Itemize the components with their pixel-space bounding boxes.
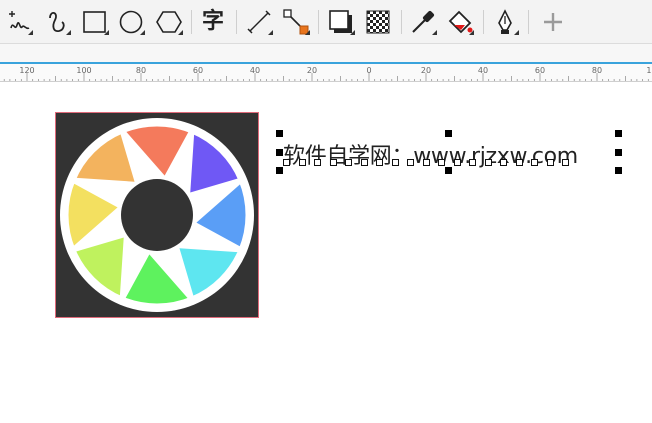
character-node[interactable] — [469, 159, 477, 166]
plus-icon — [544, 13, 562, 31]
freehand-tool[interactable] — [4, 6, 34, 38]
character-node[interactable] — [360, 159, 368, 166]
ruler-label: 60 — [192, 66, 204, 75]
character-node[interactable] — [407, 159, 415, 166]
ruler-label: 80 — [135, 66, 147, 75]
ruler-label: 20 — [420, 66, 432, 75]
selection-handle-top-right[interactable] — [615, 130, 622, 137]
character-node[interactable] — [515, 159, 523, 166]
character-node[interactable] — [314, 159, 322, 166]
ruler-label: 20 — [306, 66, 318, 75]
add-tool[interactable] — [538, 6, 568, 38]
flyout-indicator — [432, 30, 437, 35]
transparency-tool[interactable] — [363, 6, 393, 38]
bezier-tool[interactable] — [42, 6, 72, 38]
flyout-indicator — [140, 30, 145, 35]
toolbar-separator — [191, 10, 192, 34]
toolbar-separator — [528, 10, 529, 34]
selection-handle-top-left[interactable] — [276, 130, 283, 137]
text-tool-icon: 字 — [201, 9, 224, 34]
logo-image[interactable] — [55, 112, 259, 318]
character-node[interactable] — [329, 159, 337, 166]
flyout-indicator — [104, 30, 109, 35]
toolbox: 字 — [0, 0, 652, 44]
aperture-logo-icon — [60, 118, 254, 312]
flyout-indicator — [268, 30, 273, 35]
dimension-tool[interactable] — [244, 6, 274, 38]
character-node[interactable] — [562, 159, 570, 166]
flyout-indicator — [28, 30, 33, 35]
flyout-indicator — [305, 30, 310, 35]
character-node[interactable] — [298, 159, 306, 166]
selection-handle-bottom[interactable] — [445, 167, 452, 174]
ruler-label: 40 — [477, 66, 489, 75]
drop-shadow-tool[interactable] — [326, 6, 356, 38]
polygon-tool[interactable] — [154, 6, 184, 38]
character-node[interactable] — [438, 159, 446, 166]
drawing-canvas[interactable]: 软件自学网：www.rjzxw.com — [0, 82, 652, 423]
toolbar-separator — [401, 10, 402, 34]
toolbar-separator — [318, 10, 319, 34]
ellipse-tool[interactable] — [116, 6, 146, 38]
flyout-indicator — [469, 30, 474, 35]
eyedropper-tool[interactable] — [408, 6, 438, 38]
selection-handle-right[interactable] — [615, 149, 622, 156]
connector-tool[interactable] — [281, 6, 311, 38]
toolbar-separator — [483, 10, 484, 34]
ruler-label: 60 — [534, 66, 546, 75]
character-node[interactable] — [391, 159, 399, 166]
character-node[interactable] — [283, 159, 290, 166]
fill-tool[interactable] — [445, 6, 475, 38]
selection-handle-bottom-left[interactable] — [276, 167, 283, 174]
property-bar — [0, 44, 652, 62]
transparency-icon — [366, 10, 390, 34]
character-node[interactable] — [345, 159, 353, 166]
toolbar-separator — [236, 10, 237, 34]
ruler-label: 100 — [76, 66, 92, 75]
aperture-center — [121, 179, 193, 251]
flyout-indicator — [514, 30, 519, 35]
text-tool[interactable]: 字 — [198, 6, 228, 38]
ruler-labels: 120 100 80 60 40 20 0 20 40 60 80 100 — [0, 64, 652, 81]
ruler-label: 40 — [249, 66, 261, 75]
pen-tool[interactable] — [490, 6, 520, 38]
character-node[interactable] — [484, 159, 492, 166]
rectangle-tool[interactable] — [80, 6, 110, 38]
flyout-indicator — [350, 30, 355, 35]
horizontal-ruler[interactable]: 120 100 80 60 40 20 0 20 40 60 80 100 — [0, 62, 652, 82]
flyout-indicator — [178, 30, 183, 35]
character-node[interactable] — [453, 159, 461, 166]
character-node[interactable] — [376, 159, 384, 166]
character-node[interactable] — [546, 159, 554, 166]
character-node[interactable] — [500, 159, 508, 166]
ruler-label: 100 — [646, 66, 652, 75]
selection-handle-top[interactable] — [445, 130, 452, 137]
character-node[interactable] — [531, 159, 539, 166]
ruler-label: 0 — [366, 66, 372, 75]
flyout-indicator — [66, 30, 71, 35]
character-node[interactable] — [422, 159, 430, 166]
ruler-label: 120 — [19, 66, 35, 75]
selected-text-object[interactable]: 软件自学网：www.rjzxw.com — [276, 130, 622, 174]
ruler-label: 80 — [591, 66, 603, 75]
selection-handle-bottom-right[interactable] — [615, 167, 622, 174]
selection-handle-left[interactable] — [276, 149, 283, 156]
